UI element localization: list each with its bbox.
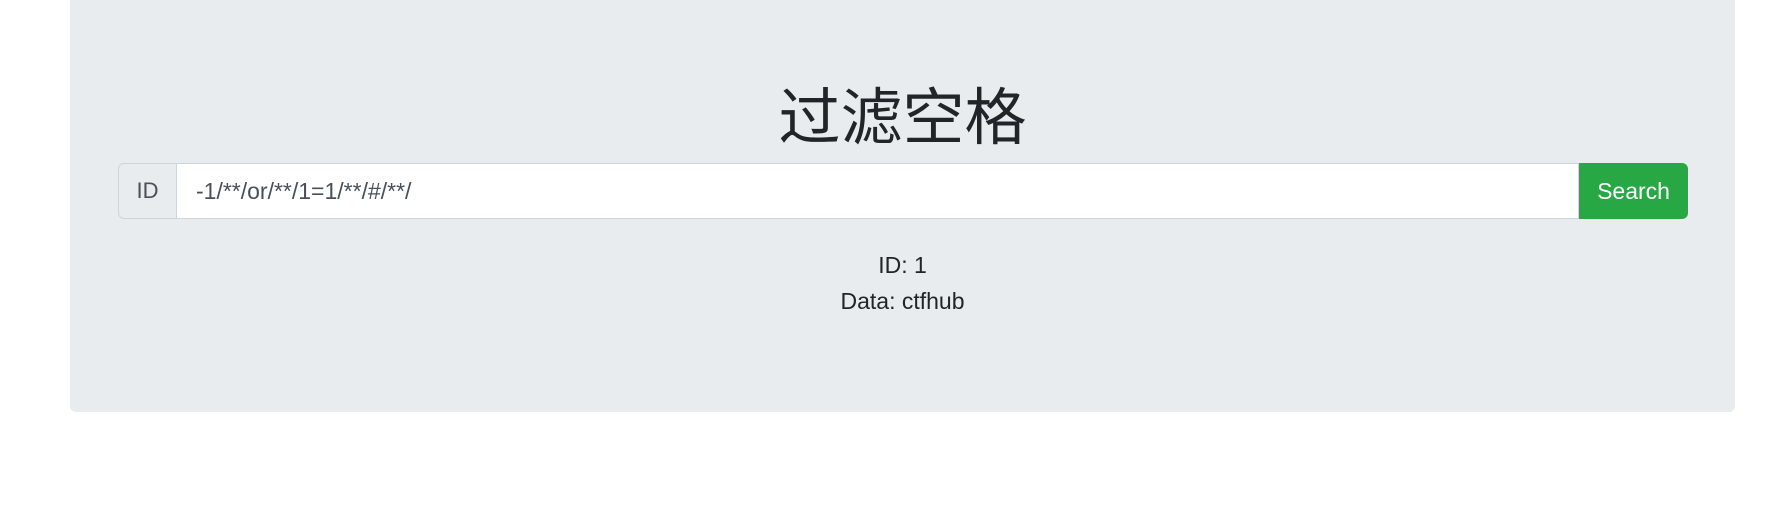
id-prepend-label: ID [118, 163, 176, 219]
result-id: ID: 1 [878, 252, 927, 278]
id-input[interactable] [176, 163, 1579, 219]
result-data: Data: ctfhub [840, 288, 965, 314]
search-button[interactable]: Search [1579, 163, 1688, 219]
page-title: 过滤空格 [778, 81, 1027, 154]
query-result: ID: 1 Data: ctfhub [70, 247, 1735, 319]
jumbotron: 过滤空格 ID Search ID: 1 Data: ctfhub [70, 0, 1735, 412]
search-form: ID Search [118, 163, 1688, 219]
